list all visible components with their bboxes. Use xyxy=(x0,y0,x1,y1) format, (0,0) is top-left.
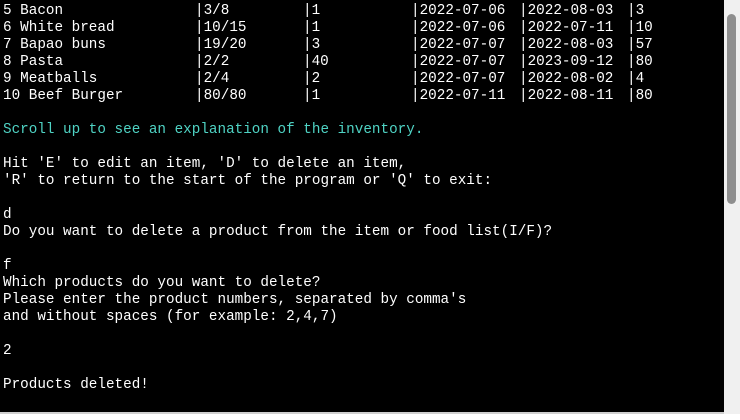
table-row: 10 Beef Burger |80/80 |1 |2022-07-11 |20… xyxy=(3,88,703,105)
unit-cell: |3 xyxy=(303,37,321,53)
days-left-cell: |57 xyxy=(627,37,653,53)
table-row: 7 Bapao buns |19/20 |3 |2022-07-07 |2022… xyxy=(3,37,703,54)
product-name: 5 Bacon xyxy=(3,3,64,19)
unit-cell: |40 xyxy=(303,54,329,70)
quantity-cell: |2/2 xyxy=(195,54,230,70)
days-left-cell: |3 xyxy=(627,3,645,19)
terminal-output[interactable]: 5 Bacon |3/8 |1 |2022-07-06 |2022-08-03 … xyxy=(0,0,724,414)
quantity-cell: |2/4 xyxy=(195,71,230,87)
product-name: 10 Beef Burger xyxy=(3,88,124,104)
quantity-cell: |10/15 xyxy=(195,20,247,36)
expiry-date-cell: |2023-09-12 xyxy=(519,54,614,70)
purchase-date-cell: |2022-07-07 xyxy=(411,37,506,53)
table-row: 8 Pasta |2/2 |40 |2022-07-07 |2023-09-12… xyxy=(3,54,703,71)
product-name: 6 White bread xyxy=(3,20,115,36)
vertical-scrollbar[interactable] xyxy=(724,0,740,414)
days-left-cell: |80 xyxy=(627,88,653,104)
purchase-date-cell: |2022-07-11 xyxy=(411,88,506,104)
scroll-hint: Scroll up to see an explanation of the i… xyxy=(3,122,424,138)
user-input: 2 xyxy=(3,343,12,359)
delete-products-prompt: Which products do you want to delete? xyxy=(3,275,321,291)
scrollbar-thumb[interactable] xyxy=(727,14,736,204)
instruction-line-1: Please enter the product numbers, separa… xyxy=(3,292,467,308)
unit-cell: |1 xyxy=(303,3,321,19)
days-left-cell: |80 xyxy=(627,54,653,70)
expiry-date-cell: |2022-08-11 xyxy=(519,88,614,104)
product-name: 8 Pasta xyxy=(3,54,64,70)
expiry-date-cell: |2022-08-02 xyxy=(519,71,614,87)
purchase-date-cell: |2022-07-07 xyxy=(411,54,506,70)
purchase-date-cell: |2022-07-06 xyxy=(411,20,506,36)
quantity-cell: |80/80 xyxy=(195,88,247,104)
table-row: 5 Bacon |3/8 |1 |2022-07-06 |2022-08-03 … xyxy=(3,3,703,20)
menu-prompt-line-2: 'R' to return to the start of the progra… xyxy=(3,173,493,189)
list-choice-prompt: Do you want to delete a product from the… xyxy=(3,224,553,240)
table-row: 6 White bread |10/15 |1 |2022-07-06 |202… xyxy=(3,20,703,37)
quantity-cell: |19/20 xyxy=(195,37,247,53)
expiry-date-cell: |2022-07-11 xyxy=(519,20,614,36)
unit-cell: |1 xyxy=(303,20,321,36)
user-input: f xyxy=(3,258,12,274)
product-name: 9 Meatballs xyxy=(3,71,98,87)
confirmation-message: Products deleted! xyxy=(3,377,149,393)
unit-cell: |2 xyxy=(303,71,321,87)
instruction-line-2: and without spaces (for example: 2,4,7) xyxy=(3,309,338,325)
days-left-cell: |4 xyxy=(627,71,645,87)
expiry-date-cell: |2022-08-03 xyxy=(519,37,614,53)
table-row: 9 Meatballs |2/4 |2 |2022-07-07 |2022-08… xyxy=(3,71,703,88)
product-name: 7 Bapao buns xyxy=(3,37,106,53)
unit-cell: |1 xyxy=(303,88,321,104)
days-left-cell: |10 xyxy=(627,20,653,36)
menu-prompt-line-1: Hit 'E' to edit an item, 'D' to delete a… xyxy=(3,156,407,172)
quantity-cell: |3/8 xyxy=(195,3,230,19)
purchase-date-cell: |2022-07-07 xyxy=(411,71,506,87)
purchase-date-cell: |2022-07-06 xyxy=(411,3,506,19)
expiry-date-cell: |2022-08-03 xyxy=(519,3,614,19)
user-input: d xyxy=(3,207,12,223)
